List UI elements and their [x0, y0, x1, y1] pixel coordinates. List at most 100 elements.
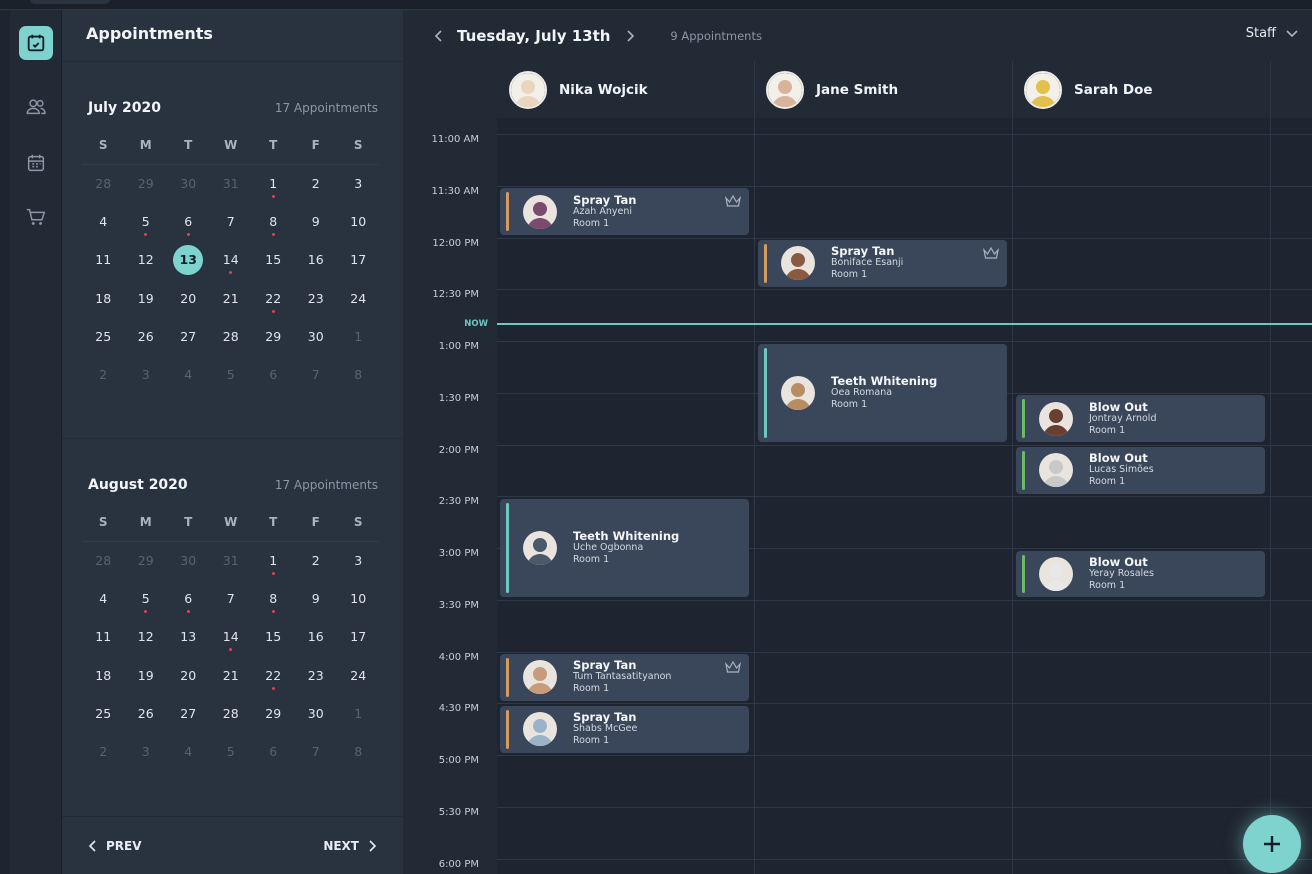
nav-calendar-button[interactable] [19, 146, 53, 180]
prev-day-chevron-icon[interactable] [431, 28, 447, 44]
day-cell[interactable]: 30 [295, 325, 338, 363]
day-cell[interactable]: 25 [82, 702, 125, 740]
day-cell[interactable]: 3 [125, 363, 168, 401]
day-cell[interactable]: 29 [252, 702, 295, 740]
day-cell[interactable]: 26 [125, 325, 168, 363]
prev-month-button[interactable]: PREV [88, 839, 142, 853]
day-cell[interactable]: 6 [252, 363, 295, 401]
day-cell[interactable]: 14 [210, 248, 253, 286]
day-cell[interactable]: 25 [82, 325, 125, 363]
day-cell[interactable]: 10 [337, 210, 380, 248]
staff-column-header[interactable]: Nika Wojcik [497, 61, 754, 118]
day-cell[interactable]: 8 [252, 210, 295, 248]
day-cell[interactable]: 31 [210, 172, 253, 210]
appointment-card[interactable]: Blow Out Jontray Arnold Room 1 [1016, 395, 1265, 442]
day-cell[interactable]: 15 [252, 625, 295, 663]
day-cell[interactable]: 10 [337, 587, 380, 625]
appointment-card[interactable]: Teeth Whitening Uche Ogbonna Room 1 [500, 498, 749, 598]
day-cell[interactable]: 13 [167, 625, 210, 663]
day-cell[interactable]: 23 [295, 664, 338, 702]
day-cell[interactable]: 2 [295, 549, 338, 587]
day-cell[interactable]: 26 [125, 702, 168, 740]
day-cell[interactable]: 20 [167, 287, 210, 325]
appointment-card[interactable]: Spray Tan Tum Tantasatityanon Room 1 [500, 654, 749, 701]
day-cell[interactable]: 12 [125, 248, 168, 286]
day-cell[interactable]: 16 [295, 248, 338, 286]
day-cell[interactable]: 1 [252, 549, 295, 587]
day-cell[interactable]: 8 [337, 363, 380, 401]
day-cell[interactable]: 30 [167, 549, 210, 587]
day-cell[interactable]: 27 [167, 325, 210, 363]
day-cell[interactable]: 19 [125, 664, 168, 702]
day-cell[interactable]: 28 [210, 325, 253, 363]
day-cell[interactable]: 6 [167, 210, 210, 248]
day-cell[interactable]: 4 [82, 587, 125, 625]
nav-shop-button[interactable] [19, 200, 53, 234]
day-cell[interactable]: 1 [337, 702, 380, 740]
day-cell[interactable]: 28 [82, 172, 125, 210]
next-month-button[interactable]: NEXT [323, 839, 377, 853]
day-cell[interactable]: 2 [82, 363, 125, 401]
day-cell[interactable]: 19 [125, 287, 168, 325]
day-cell[interactable]: 11 [82, 625, 125, 663]
day-cell[interactable]: 11 [82, 248, 125, 286]
staff-column-header[interactable]: Sarah Doe [1012, 61, 1270, 118]
day-cell[interactable]: 4 [167, 363, 210, 401]
day-cell[interactable]: 8 [337, 740, 380, 778]
day-cell[interactable]: 21 [210, 664, 253, 702]
day-cell[interactable]: 21 [210, 287, 253, 325]
day-cell[interactable]: 5 [125, 587, 168, 625]
appointment-card[interactable]: Spray Tan Azah Anyeni Room 1 [500, 188, 749, 235]
day-cell[interactable]: 17 [337, 625, 380, 663]
day-cell[interactable]: 20 [167, 664, 210, 702]
day-cell[interactable]: 3 [125, 740, 168, 778]
day-cell[interactable]: 24 [337, 287, 380, 325]
day-cell[interactable]: 30 [167, 172, 210, 210]
day-cell[interactable]: 22 [252, 287, 295, 325]
day-cell[interactable]: 17 [337, 248, 380, 286]
day-cell[interactable]: 6 [252, 740, 295, 778]
day-cell-selected[interactable]: 13 [167, 245, 210, 286]
day-cell[interactable]: 7 [210, 587, 253, 625]
day-cell[interactable]: 23 [295, 287, 338, 325]
day-cell[interactable]: 4 [82, 210, 125, 248]
day-cell[interactable]: 30 [295, 702, 338, 740]
staff-column-header[interactable]: Jane Smith [754, 61, 1012, 118]
day-cell[interactable]: 29 [125, 172, 168, 210]
add-appointment-button[interactable] [1243, 815, 1301, 873]
day-cell[interactable]: 27 [167, 702, 210, 740]
appointment-card[interactable]: Spray Tan Shabs McGee Room 1 [500, 705, 749, 753]
day-cell[interactable]: 18 [82, 287, 125, 325]
day-cell[interactable]: 14 [210, 625, 253, 663]
day-cell[interactable]: 29 [125, 549, 168, 587]
day-cell[interactable]: 15 [252, 248, 295, 286]
appointment-card[interactable]: Teeth Whitening Oea Romana Room 1 [758, 343, 1007, 442]
day-cell[interactable]: 4 [167, 740, 210, 778]
day-cell[interactable]: 2 [295, 172, 338, 210]
day-cell[interactable]: 31 [210, 549, 253, 587]
day-cell[interactable]: 28 [82, 549, 125, 587]
day-cell[interactable]: 18 [82, 664, 125, 702]
day-cell[interactable]: 9 [295, 587, 338, 625]
day-cell[interactable]: 7 [295, 740, 338, 778]
staff-filter-dropdown[interactable]: Staff [1246, 26, 1298, 41]
day-cell[interactable]: 5 [210, 740, 253, 778]
day-cell[interactable]: 8 [252, 587, 295, 625]
day-cell[interactable]: 24 [337, 664, 380, 702]
day-cell[interactable]: 9 [295, 210, 338, 248]
day-cell[interactable]: 1 [337, 325, 380, 363]
day-cell[interactable]: 3 [337, 549, 380, 587]
day-cell[interactable]: 7 [210, 210, 253, 248]
day-cell[interactable]: 28 [210, 702, 253, 740]
day-cell[interactable]: 5 [210, 363, 253, 401]
appointment-card[interactable]: Blow Out Lucas Simões Room 1 [1016, 447, 1265, 494]
day-cell[interactable]: 22 [252, 664, 295, 702]
nav-appointments-button[interactable] [19, 26, 53, 60]
day-cell[interactable]: 5 [125, 210, 168, 248]
nav-clients-button[interactable] [19, 90, 53, 124]
day-cell[interactable]: 2 [82, 740, 125, 778]
day-cell[interactable]: 6 [167, 587, 210, 625]
appointment-card[interactable]: Blow Out Yeray Rosales Room 1 [1016, 550, 1265, 598]
appointment-card[interactable]: Spray Tan Boniface Esanji Room 1 [758, 240, 1007, 287]
day-cell[interactable]: 12 [125, 625, 168, 663]
